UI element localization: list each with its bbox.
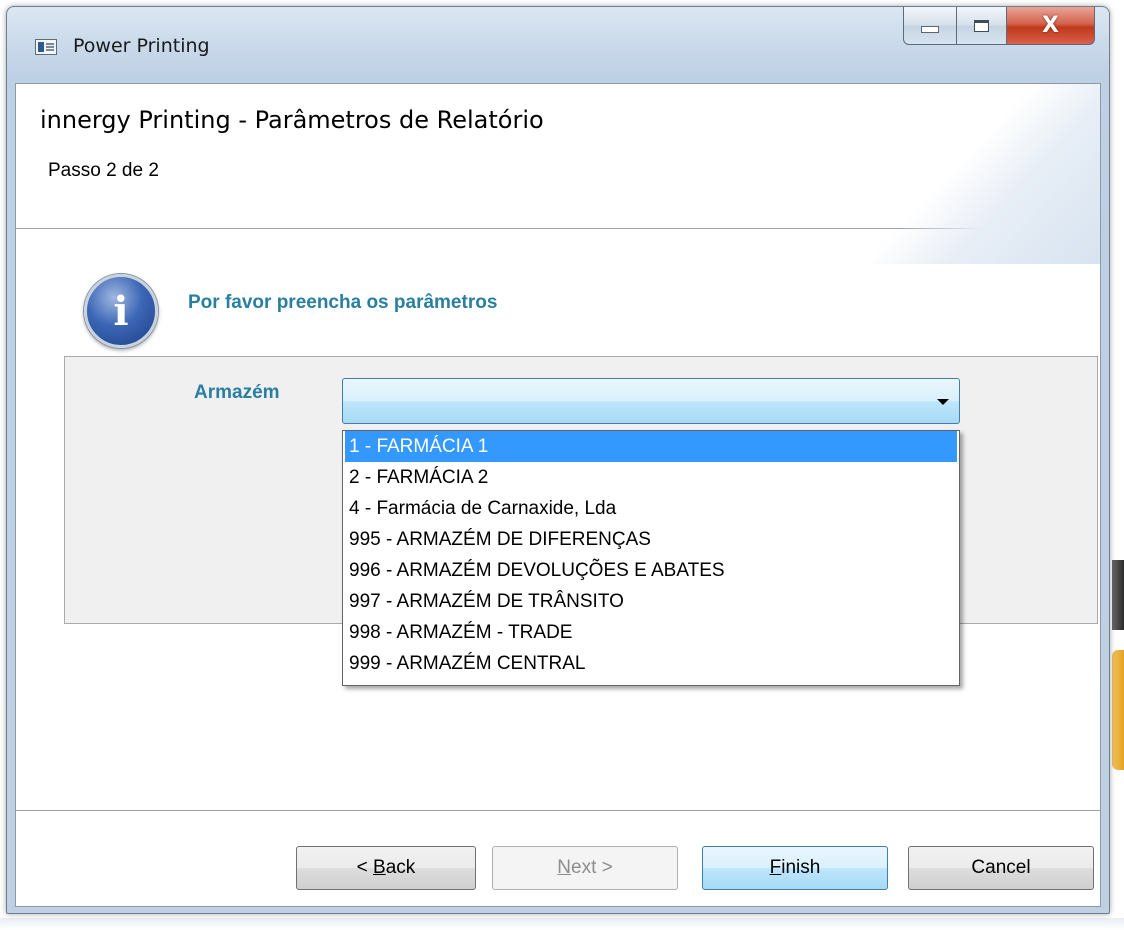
page-title: innergy Printing - Parâmetros de Relatór… (40, 106, 544, 134)
maximize-button[interactable] (957, 7, 1007, 45)
next-button[interactable]: Next > (492, 846, 678, 890)
background-window-edge (1112, 560, 1124, 630)
back-button[interactable]: < Back (296, 846, 476, 890)
back-button-mnemonic: B (373, 857, 386, 878)
header-decoration (819, 84, 1100, 264)
desktop-backdrop-bottom (0, 918, 1124, 930)
finish-button[interactable]: Finish (702, 846, 888, 890)
dropdown-option[interactable]: 999 - ARMAZÉM CENTRAL (345, 648, 957, 679)
armazem-combobox[interactable] (342, 378, 960, 424)
dropdown-option[interactable]: 997 - ARMAZÉM DE TRÂNSITO (345, 586, 957, 617)
minimize-button[interactable] (903, 7, 957, 45)
window-title: Power Printing (73, 35, 210, 57)
dropdown-option[interactable]: 996 - ARMAZÉM DEVOLUÇÕES E ABATES (345, 555, 957, 586)
footer-divider (16, 810, 1100, 811)
next-button-mnemonic: N (557, 857, 571, 878)
dropdown-option[interactable]: 995 - ARMAZÉM DE DIFERENÇAS (345, 524, 957, 555)
armazem-label: Armazém (194, 382, 280, 403)
caption-buttons: X (903, 7, 1095, 47)
maximize-icon (974, 19, 989, 32)
dropdown-option[interactable]: 4 - Farmácia de Carnaxide, Lda (345, 493, 957, 524)
next-button-label: ext > (571, 857, 613, 878)
minimize-icon (921, 26, 939, 33)
background-window-edge-orange (1112, 650, 1124, 770)
cancel-button[interactable]: Cancel (908, 846, 1094, 890)
finish-button-label: inish (781, 857, 821, 878)
wizard-window: Power Printing X innergy Printing - Parâ… (6, 6, 1110, 914)
dropdown-option[interactable]: 2 - FARMÁCIA 2 (345, 462, 957, 493)
app-icon (35, 39, 57, 55)
info-message: Por favor preencha os parâmetros (188, 292, 498, 313)
armazem-dropdown-list[interactable]: 1 - FARMÁCIA 1 2 - FARMÁCIA 2 4 - Farmác… (342, 430, 960, 686)
step-indicator: Passo 2 de 2 (48, 160, 159, 181)
back-button-label: ack (385, 857, 416, 878)
title-bar[interactable]: Power Printing X (7, 7, 1109, 83)
desktop-backdrop (1108, 0, 1124, 930)
back-button-prefix: < (356, 857, 374, 878)
wizard-header: innergy Printing - Parâmetros de Relatór… (16, 84, 1100, 264)
close-button[interactable]: X (1007, 7, 1095, 45)
finish-button-mnemonic: F (769, 857, 782, 878)
info-icon: i (84, 274, 158, 348)
wizard-client-area: innergy Printing - Parâmetros de Relatór… (15, 83, 1101, 907)
close-icon: X (1042, 13, 1059, 38)
dropdown-option[interactable]: 998 - ARMAZÉM - TRADE (345, 617, 957, 648)
info-icon-glyph: i (113, 287, 129, 335)
dropdown-option[interactable]: 1 - FARMÁCIA 1 (345, 431, 957, 462)
chevron-down-icon[interactable] (937, 399, 949, 405)
